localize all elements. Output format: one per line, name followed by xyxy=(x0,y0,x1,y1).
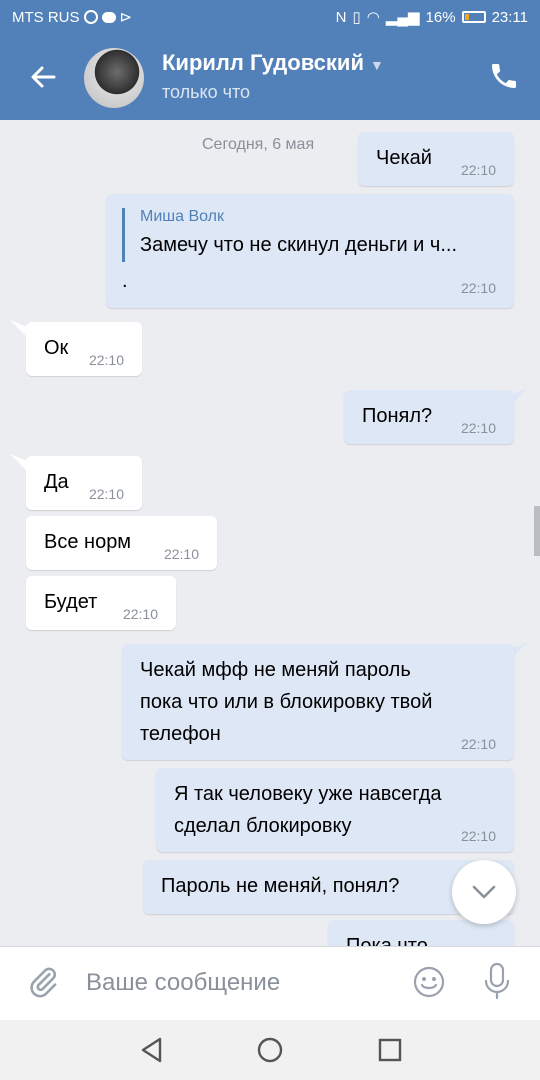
system-navigation-bar xyxy=(0,1020,540,1080)
arrow-left-icon[interactable] xyxy=(26,60,60,94)
carrier-label: MTS RUS xyxy=(12,8,80,26)
message-incoming[interactable]: Ок 22:10 xyxy=(26,322,142,376)
online-status: только что xyxy=(162,82,251,102)
message-line: Чекай мфф не меняй пароль xyxy=(140,659,411,681)
avatar[interactable] xyxy=(84,48,144,108)
message-text: Пока что xyxy=(346,935,428,946)
message-time: 22:10 xyxy=(163,546,199,562)
clock: 23:11 xyxy=(491,8,528,26)
signal-icon: ▂▄▆ xyxy=(385,9,420,26)
message-notification-icon xyxy=(101,11,116,23)
chevron-down-icon: ▼ xyxy=(369,57,384,73)
smile-icon[interactable] xyxy=(412,965,446,999)
message-time: 22:10 xyxy=(88,486,124,502)
message-line: телефон xyxy=(140,723,221,745)
status-right: N ▯ ◠ ▂▄▆ 16% 23:11 xyxy=(335,8,528,27)
message-list[interactable]: Сегодня, 6 мая Чекай 22:10 Миша Волк Зам… xyxy=(0,120,540,946)
phone-icon[interactable] xyxy=(488,60,520,92)
nav-home-icon[interactable] xyxy=(254,1034,286,1066)
chat-header: Кирилл Гудовский ▼ только что xyxy=(0,36,540,120)
message-incoming[interactable]: Да 22:10 xyxy=(26,456,142,510)
message-incoming[interactable]: Все норм 22:10 xyxy=(26,516,217,570)
message-text: Да xyxy=(44,471,69,493)
message-text: Я так человеку уже навсегда сделал блоки… xyxy=(174,778,441,842)
message-text: Ок xyxy=(44,337,69,359)
message-time: 22:10 xyxy=(88,352,124,368)
message-outgoing-reply[interactable]: Миша Волк Замечу что не скинул деньги и … xyxy=(106,194,514,308)
message-time: 22:10 xyxy=(460,420,496,436)
battery-icon xyxy=(461,11,486,23)
date-separator: Сегодня, 6 мая xyxy=(202,136,315,153)
reply-author: Миша Волк xyxy=(140,208,224,225)
status-left: MTS RUS ⊳ xyxy=(12,8,133,27)
chevron-down-icon xyxy=(472,885,496,899)
message-incoming[interactable]: Будет 22:10 xyxy=(26,576,176,630)
message-text: Понял? xyxy=(362,405,433,427)
microphone-icon[interactable] xyxy=(482,961,512,1001)
battery-percent: 16% xyxy=(425,8,456,26)
wifi-icon: ◠ xyxy=(366,9,380,26)
nav-recents-icon[interactable] xyxy=(374,1034,406,1066)
message-outgoing[interactable]: Понял? 22:10 xyxy=(344,390,514,444)
message-outgoing[interactable]: Чекай мфф не меняй пароль пока что или в… xyxy=(122,644,514,760)
paperclip-icon[interactable] xyxy=(26,965,60,999)
message-text: Пароль не меняй, понял? xyxy=(161,875,400,897)
contact-name-button[interactable]: Кирилл Гудовский ▼ xyxy=(162,50,384,76)
sync-icon xyxy=(83,10,98,24)
scroll-down-button[interactable] xyxy=(452,860,516,924)
message-outgoing[interactable]: Я так человеку уже навсегда сделал блоки… xyxy=(156,768,514,852)
message-line: пока что или в блокировку твой xyxy=(140,691,433,713)
status-bar: MTS RUS ⊳ N ▯ ◠ ▂▄▆ 16% 23:11 xyxy=(0,0,540,36)
message-time: 22:10 xyxy=(122,606,158,622)
message-input[interactable] xyxy=(86,965,386,1001)
message-time: 22:10 xyxy=(460,280,496,296)
reply-quote-bar xyxy=(122,208,125,262)
message-text: Чекай мфф не меняй пароль пока что или в… xyxy=(140,654,432,750)
message-outgoing[interactable]: Чекай 22:10 xyxy=(358,132,514,186)
composer-bar xyxy=(0,946,540,1021)
message-text: Все норм xyxy=(44,531,132,553)
message-text: Будет xyxy=(44,591,98,613)
message-text: Чекай xyxy=(376,147,432,169)
contact-name: Кирилл Гудовский xyxy=(162,50,364,75)
message-text: . xyxy=(122,270,128,292)
reply-snippet: Замечу что не скинул деньги и ч... xyxy=(140,234,458,256)
nav-back-icon[interactable] xyxy=(136,1034,168,1066)
message-time: 22:10 xyxy=(460,162,496,178)
message-time: 22:10 xyxy=(460,736,496,752)
message-line: Я так человеку уже навсегда xyxy=(174,783,442,805)
vk-notification-icon: ⊳ xyxy=(119,9,133,26)
nfc-icon: N xyxy=(335,8,347,26)
message-line: сделал блокировку xyxy=(174,815,352,837)
vibrate-icon: ▯ xyxy=(352,9,361,26)
message-time: 22:10 xyxy=(460,828,496,844)
scrollbar[interactable] xyxy=(534,506,540,556)
